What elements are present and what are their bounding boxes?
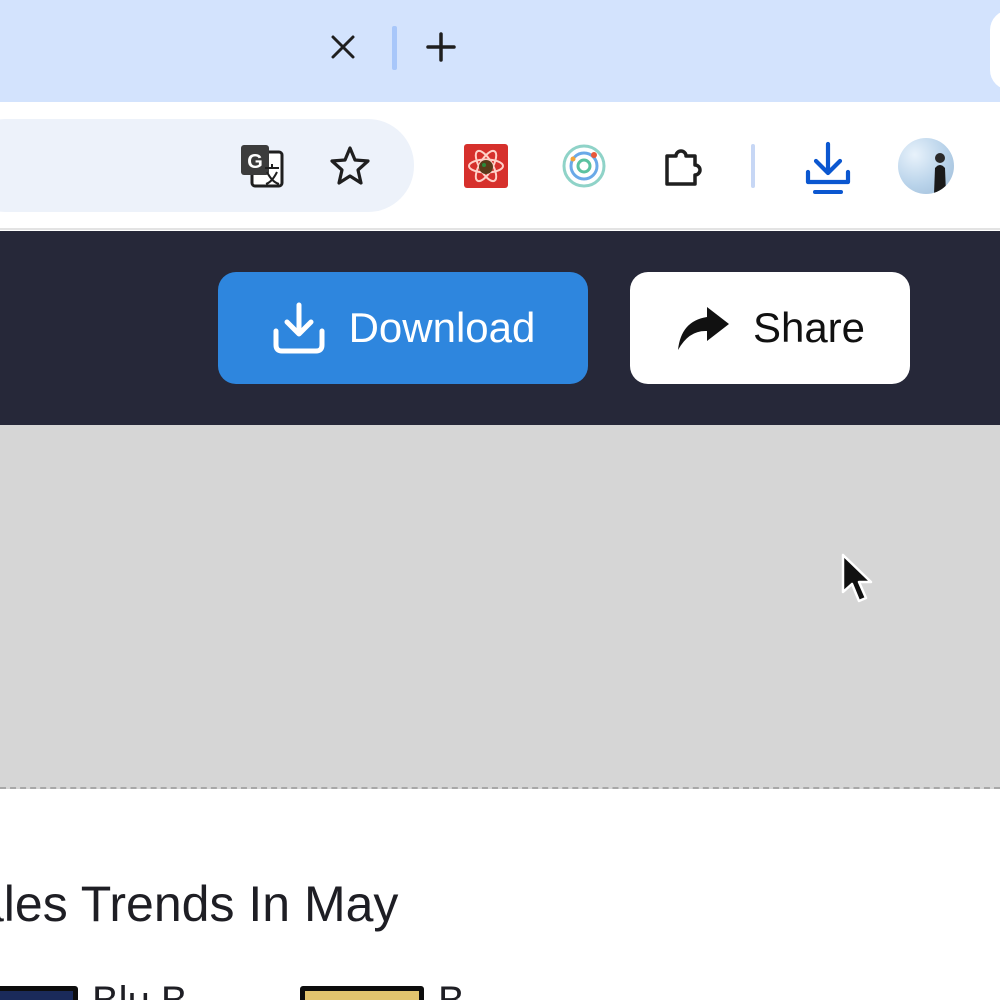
downloads-button[interactable] <box>800 138 856 198</box>
page-header: Download Share <box>0 231 1000 425</box>
translate-button[interactable]: G <box>236 140 288 192</box>
item-thumbnail[interactable] <box>300 986 424 1000</box>
new-tab-button[interactable] <box>418 24 464 70</box>
share-button[interactable]: Share <box>630 272 910 384</box>
share-button-label: Share <box>752 304 866 351</box>
item-label[interactable]: B <box>438 979 465 1000</box>
tab-close-button[interactable] <box>322 26 364 68</box>
extensions-button[interactable] <box>656 140 710 194</box>
avatar[interactable] <box>898 138 954 194</box>
tab-divider <box>392 26 397 70</box>
item-label[interactable]: Blu B <box>92 979 188 1000</box>
download-button[interactable]: Download <box>218 272 588 384</box>
puzzle-icon <box>665 149 702 186</box>
plus-icon <box>426 32 456 62</box>
circle-extension-icon <box>562 144 606 188</box>
download-icon <box>273 302 325 354</box>
avatar-icon <box>934 153 946 194</box>
star-icon <box>330 146 370 185</box>
section-title: ales Trends In May <box>0 876 399 932</box>
download-icon <box>805 141 851 194</box>
item-thumbnail[interactable] <box>0 986 78 1000</box>
preview-canvas <box>0 425 1000 789</box>
tab-strip <box>0 0 1000 102</box>
svg-text:G: G <box>247 151 263 173</box>
react-devtools-extension-icon <box>464 144 508 188</box>
share-arrow-icon <box>677 307 729 350</box>
translate-icon: G <box>241 145 284 188</box>
close-icon <box>331 35 355 59</box>
mouse-cursor-icon <box>841 553 873 603</box>
tab-strip-edge <box>990 10 1000 90</box>
content-section: ales Trends In May Blu B B <box>0 791 1000 1000</box>
download-button-label: Download <box>348 304 536 351</box>
toolbar-divider <box>751 144 755 188</box>
bookmark-star-button[interactable] <box>324 140 376 192</box>
extension-circle-button[interactable] <box>558 140 610 192</box>
extension-react-button[interactable] <box>460 140 512 192</box>
browser-toolbar: G <box>0 102 1000 230</box>
